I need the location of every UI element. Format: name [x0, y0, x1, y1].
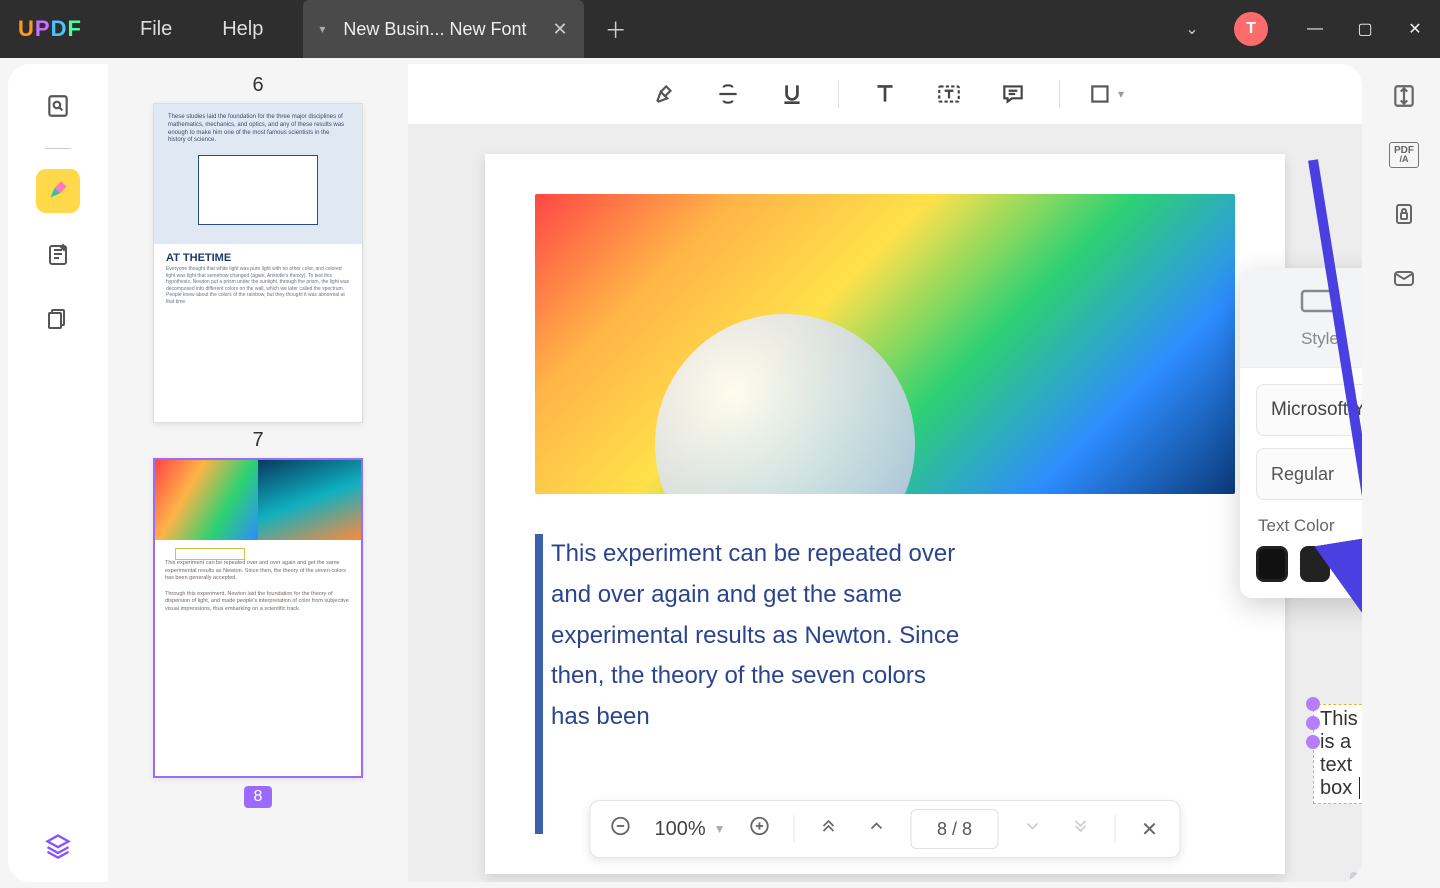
annotation-toolbar: ▾ [408, 64, 1362, 124]
tb-underline-icon[interactable] [774, 76, 810, 112]
popup-tab-style[interactable]: Style [1240, 268, 1362, 367]
layers-button[interactable] [40, 828, 76, 864]
app-logo: UPDF [0, 16, 100, 42]
view-control-bar: 100%▼ 8 / 8 ✕ [589, 800, 1180, 858]
pdfa-icon[interactable]: PDF/A [1389, 142, 1419, 168]
quote-bar [535, 534, 543, 834]
lock-icon[interactable] [1386, 196, 1422, 232]
document-tab[interactable]: ▾ New Busin... New Font ✕ [303, 0, 583, 58]
window-minimize-button[interactable]: ― [1290, 0, 1340, 58]
search-tool[interactable] [36, 84, 80, 128]
tb-comment-icon[interactable] [995, 76, 1031, 112]
separator [794, 815, 795, 843]
resize-handle[interactable] [1306, 735, 1320, 749]
left-toolbar [8, 64, 108, 882]
thumbnail-panel[interactable]: 6 These studies laid the foundation for … [108, 58, 408, 888]
separator [1115, 815, 1116, 843]
user-avatar[interactable]: T [1234, 12, 1268, 46]
resize-handle[interactable] [1306, 716, 1320, 730]
pages-tool[interactable] [36, 297, 80, 341]
tb-strikethrough-icon[interactable] [710, 76, 746, 112]
prev-page-button[interactable] [863, 816, 891, 842]
notes-tool[interactable] [36, 233, 80, 277]
main-area: ▾ This experiment can be repeated over a… [408, 64, 1362, 882]
close-bar-button[interactable]: ✕ [1136, 817, 1164, 842]
highlighter-tool[interactable] [36, 169, 80, 213]
thumb-page-number-7: 7 [138, 429, 378, 452]
tb-textbox-icon[interactable] [931, 76, 967, 112]
zoom-out-button[interactable] [606, 815, 634, 843]
next-page-button[interactable] [1019, 816, 1047, 842]
paragraph-text: This experiment can be repeated over and… [551, 534, 971, 738]
tab-close-icon[interactable]: ✕ [552, 19, 567, 40]
thumb-heading: AT THETIME [166, 252, 350, 264]
menu-file[interactable]: File [140, 18, 172, 41]
thumb-page-number-6: 6 [138, 74, 378, 97]
first-page-button[interactable] [815, 816, 843, 842]
transpose-icon[interactable] [1386, 78, 1422, 114]
current-page-badge: 8 [244, 786, 273, 808]
window-close-button[interactable]: ✕ [1390, 0, 1440, 58]
right-toolbar: PDF/A [1368, 58, 1440, 888]
hero-image [535, 194, 1235, 494]
text-style-popup: Style Aa Font Microsoft YaHei▼ Regular▼ … [1240, 268, 1362, 598]
tb-highlighter-icon[interactable] [646, 76, 682, 112]
thumbnail-page-7[interactable]: This experiment can be repeated over and… [153, 458, 363, 778]
font-family-select[interactable]: Microsoft YaHei▼ [1256, 384, 1362, 436]
separator [838, 80, 839, 108]
separator [45, 148, 71, 149]
zoom-value[interactable]: 100%▼ [654, 818, 725, 841]
thumbnail-page-6[interactable]: These studies laid the foundation for th… [153, 103, 363, 423]
last-page-button[interactable] [1067, 816, 1095, 842]
document-canvas[interactable]: This experiment can be repeated over and… [408, 124, 1362, 882]
page[interactable]: This experiment can be repeated over and… [485, 154, 1285, 874]
text-color-label: Text Color [1258, 516, 1362, 536]
window-maximize-button[interactable]: ▢ [1340, 0, 1390, 58]
scrollbar-thumb[interactable] [1350, 872, 1358, 882]
main-menu: File Help [140, 18, 263, 41]
tb-text-icon[interactable] [867, 76, 903, 112]
font-weight-select[interactable]: Regular▼ [1256, 448, 1362, 500]
color-swatches [1256, 546, 1362, 582]
add-tab-button[interactable]: ＋ [602, 15, 630, 43]
swatch-black[interactable] [1256, 546, 1288, 582]
inserted-textbox[interactable]: This is a text box [1313, 704, 1362, 804]
tab-dropdown-icon[interactable]: ▾ [319, 22, 325, 36]
tb-shape-icon[interactable]: ▾ [1088, 76, 1124, 112]
titlebar-chevron-icon[interactable]: ⌄ [1172, 19, 1212, 39]
title-bar: UPDF File Help ▾ New Busin... New Font ✕… [0, 0, 1440, 58]
menu-help[interactable]: Help [222, 18, 263, 41]
zoom-in-button[interactable] [746, 815, 774, 843]
swatch-dark[interactable] [1300, 546, 1331, 582]
separator [1059, 80, 1060, 108]
mail-icon[interactable] [1386, 260, 1422, 296]
tab-label: New Busin... New Font [343, 19, 526, 40]
page-number-input[interactable]: 8 / 8 [911, 809, 999, 849]
resize-handle[interactable] [1306, 697, 1320, 711]
textbox-selection[interactable]: This is a text box [1313, 704, 1362, 804]
swatch-white[interactable] [1342, 546, 1362, 582]
